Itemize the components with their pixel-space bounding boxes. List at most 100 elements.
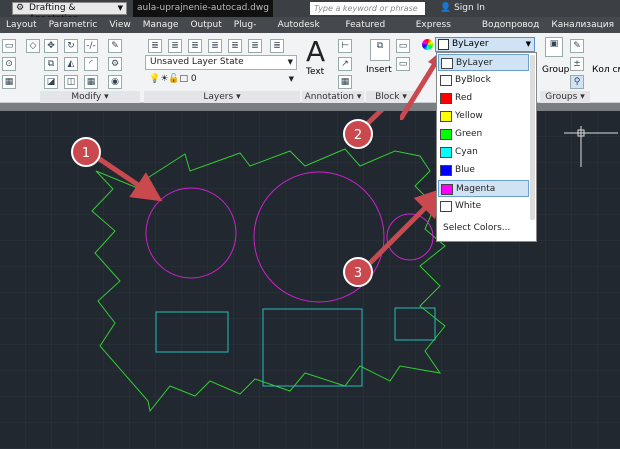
group-selection-icon[interactable]: ⚲ xyxy=(570,75,584,89)
panel-groups[interactable]: Groups ▾ xyxy=(540,91,590,103)
mirror-icon[interactable]: ◭ xyxy=(64,57,78,71)
layer-match-icon[interactable]: ≣ xyxy=(270,39,284,53)
marker-label: 2 xyxy=(354,128,362,143)
option-label: ByBlock xyxy=(455,75,491,85)
fillet-icon[interactable]: ◜ xyxy=(84,57,98,71)
color-option-cyan[interactable]: Cyan xyxy=(438,144,529,161)
color-dropdown-list: ByLayer ByBlock Red Yellow Green Cyan Bl… xyxy=(436,52,537,242)
layer-off-icon[interactable]: ≣ xyxy=(188,39,202,53)
tab-view[interactable]: View xyxy=(103,17,136,33)
color-option-white[interactable]: White xyxy=(438,198,529,215)
explode-icon[interactable]: ✎ xyxy=(108,39,122,53)
panel-annotation[interactable]: Annotation ▾ xyxy=(302,91,364,103)
chevron-down-icon: ▼ xyxy=(288,75,294,83)
rotate-icon[interactable]: ↻ xyxy=(64,39,78,53)
color-select[interactable]: ByLayer ▼ xyxy=(435,37,535,52)
color-swatch xyxy=(441,184,453,195)
gear-icon: ⚙ xyxy=(16,3,25,13)
rectangle-icon[interactable]: ▭ xyxy=(2,39,16,53)
dropdown-scrollbar[interactable] xyxy=(530,55,535,220)
ribbon-tabs: Layout Parametric View Manage Output Plu… xyxy=(0,17,620,46)
text-button[interactable]: Text xyxy=(306,67,324,77)
scale-icon[interactable]: ◫ xyxy=(64,75,78,89)
text-icon[interactable]: A xyxy=(306,35,325,68)
tab-vodoprovod[interactable]: Водопровод xyxy=(476,17,546,33)
workspace-selector[interactable]: ⚙Drafting & Annotation▼ xyxy=(12,2,127,24)
color-swatch xyxy=(440,165,452,176)
layer-state-select[interactable]: Unsaved Layer State ▼ xyxy=(145,55,297,70)
option-label: Green xyxy=(455,129,483,139)
tab-plugins[interactable]: Plug-ins xyxy=(228,17,272,46)
group-icon[interactable]: ▣ xyxy=(545,37,563,57)
dimension-icon[interactable]: ⊢ xyxy=(338,39,352,53)
layer-select[interactable]: 💡☀🔓□ 0 ▼ xyxy=(145,73,297,88)
panel-modify[interactable]: Modify ▾ xyxy=(40,91,140,103)
insert-button[interactable]: Insert xyxy=(366,65,392,75)
color-swatch xyxy=(441,58,453,69)
panel-label: Layers xyxy=(203,92,234,102)
layer-name: 0 xyxy=(190,74,197,84)
color-option-magenta[interactable]: Magenta xyxy=(438,180,529,197)
insert-block-icon[interactable]: ⧉ xyxy=(370,39,390,61)
color-swatch xyxy=(440,111,452,122)
color-option-bylayer[interactable]: ByLayer xyxy=(438,54,529,71)
array-icon[interactable]: ⚙ xyxy=(108,57,122,71)
lightbulb-icon: 💡☀🔓□ xyxy=(149,74,191,84)
tab-parametric[interactable]: Parametric xyxy=(43,17,104,33)
ellipse-icon[interactable]: ⊙ xyxy=(2,57,16,71)
color-option-blue[interactable]: Blue xyxy=(438,162,529,179)
panel-label: Modify xyxy=(71,92,102,102)
hatch-icon[interactable]: ▦ xyxy=(2,75,16,89)
offset-icon[interactable]: ◉ xyxy=(108,75,122,89)
option-label: ByLayer xyxy=(456,58,493,68)
rect-array-icon[interactable]: ▦ xyxy=(84,75,98,89)
chevron-down-icon: ▼ xyxy=(525,40,531,48)
tab-featured-apps[interactable]: Featured Apps xyxy=(339,17,409,46)
tab-kanalizatsiya[interactable]: Канализация xyxy=(545,17,620,33)
layer-freeze-icon[interactable]: ≣ xyxy=(228,39,242,53)
trim-icon[interactable]: -/- xyxy=(84,39,98,53)
layer-properties-icon[interactable]: ≣ xyxy=(148,39,162,53)
tab-output[interactable]: Output xyxy=(184,17,227,33)
chevron-down-icon: ▼ xyxy=(287,58,293,66)
search-input[interactable]: Type a keyword or phrase xyxy=(310,2,425,15)
layer-state-icon[interactable]: ≣ xyxy=(168,39,182,53)
sign-in-label: Sign In xyxy=(454,3,485,13)
color-option-yellow[interactable]: Yellow xyxy=(438,108,529,125)
group-button[interactable]: Group xyxy=(542,65,569,75)
color-swatch xyxy=(440,147,452,158)
tab-manage[interactable]: Manage xyxy=(137,17,185,33)
option-label: Magenta xyxy=(456,184,496,194)
color-swatch xyxy=(440,75,452,86)
stretch-icon[interactable]: ◪ xyxy=(44,75,58,89)
panel-label: Groups xyxy=(545,92,578,102)
erase-icon[interactable]: ◇ xyxy=(26,39,40,53)
move-icon[interactable]: ✥ xyxy=(44,39,58,53)
option-label: Yellow xyxy=(455,111,483,121)
color-swatch xyxy=(438,39,449,50)
group-edit-icon[interactable]: ± xyxy=(570,57,584,71)
marker-label: 3 xyxy=(354,266,362,281)
ungroup-icon[interactable]: ✎ xyxy=(570,39,584,53)
layer-lock-icon[interactable]: ≣ xyxy=(248,39,262,53)
color-option-red[interactable]: Red xyxy=(438,90,529,107)
select-colors-option[interactable]: Select Colors... xyxy=(443,223,510,233)
tab-express-tools[interactable]: Express Tools xyxy=(410,17,476,46)
color-option-green[interactable]: Green xyxy=(438,126,529,143)
option-label: Blue xyxy=(455,165,475,175)
table-icon[interactable]: ▦ xyxy=(338,75,352,89)
tab-autodesk360[interactable]: Autodesk 360 xyxy=(272,17,340,46)
file-name: aula-uprajnenie-autocad.dwg xyxy=(133,0,273,17)
panel-layers[interactable]: Layers ▾ xyxy=(144,91,300,103)
color-option-byblock[interactable]: ByBlock xyxy=(438,72,529,89)
color-swatch xyxy=(440,93,452,104)
copy-icon[interactable]: ⧉ xyxy=(44,57,58,71)
leader-icon[interactable]: ↗ xyxy=(338,57,352,71)
layer-isolate-icon[interactable]: ≣ xyxy=(208,39,222,53)
tab-layout[interactable]: Layout xyxy=(0,17,43,33)
chevron-down-icon: ▼ xyxy=(117,4,123,12)
marker-label: 1 xyxy=(82,146,90,161)
option-label: White xyxy=(455,201,482,211)
color-swatch xyxy=(440,129,452,140)
sign-in-button[interactable]: 👤 Sign In xyxy=(440,3,485,13)
